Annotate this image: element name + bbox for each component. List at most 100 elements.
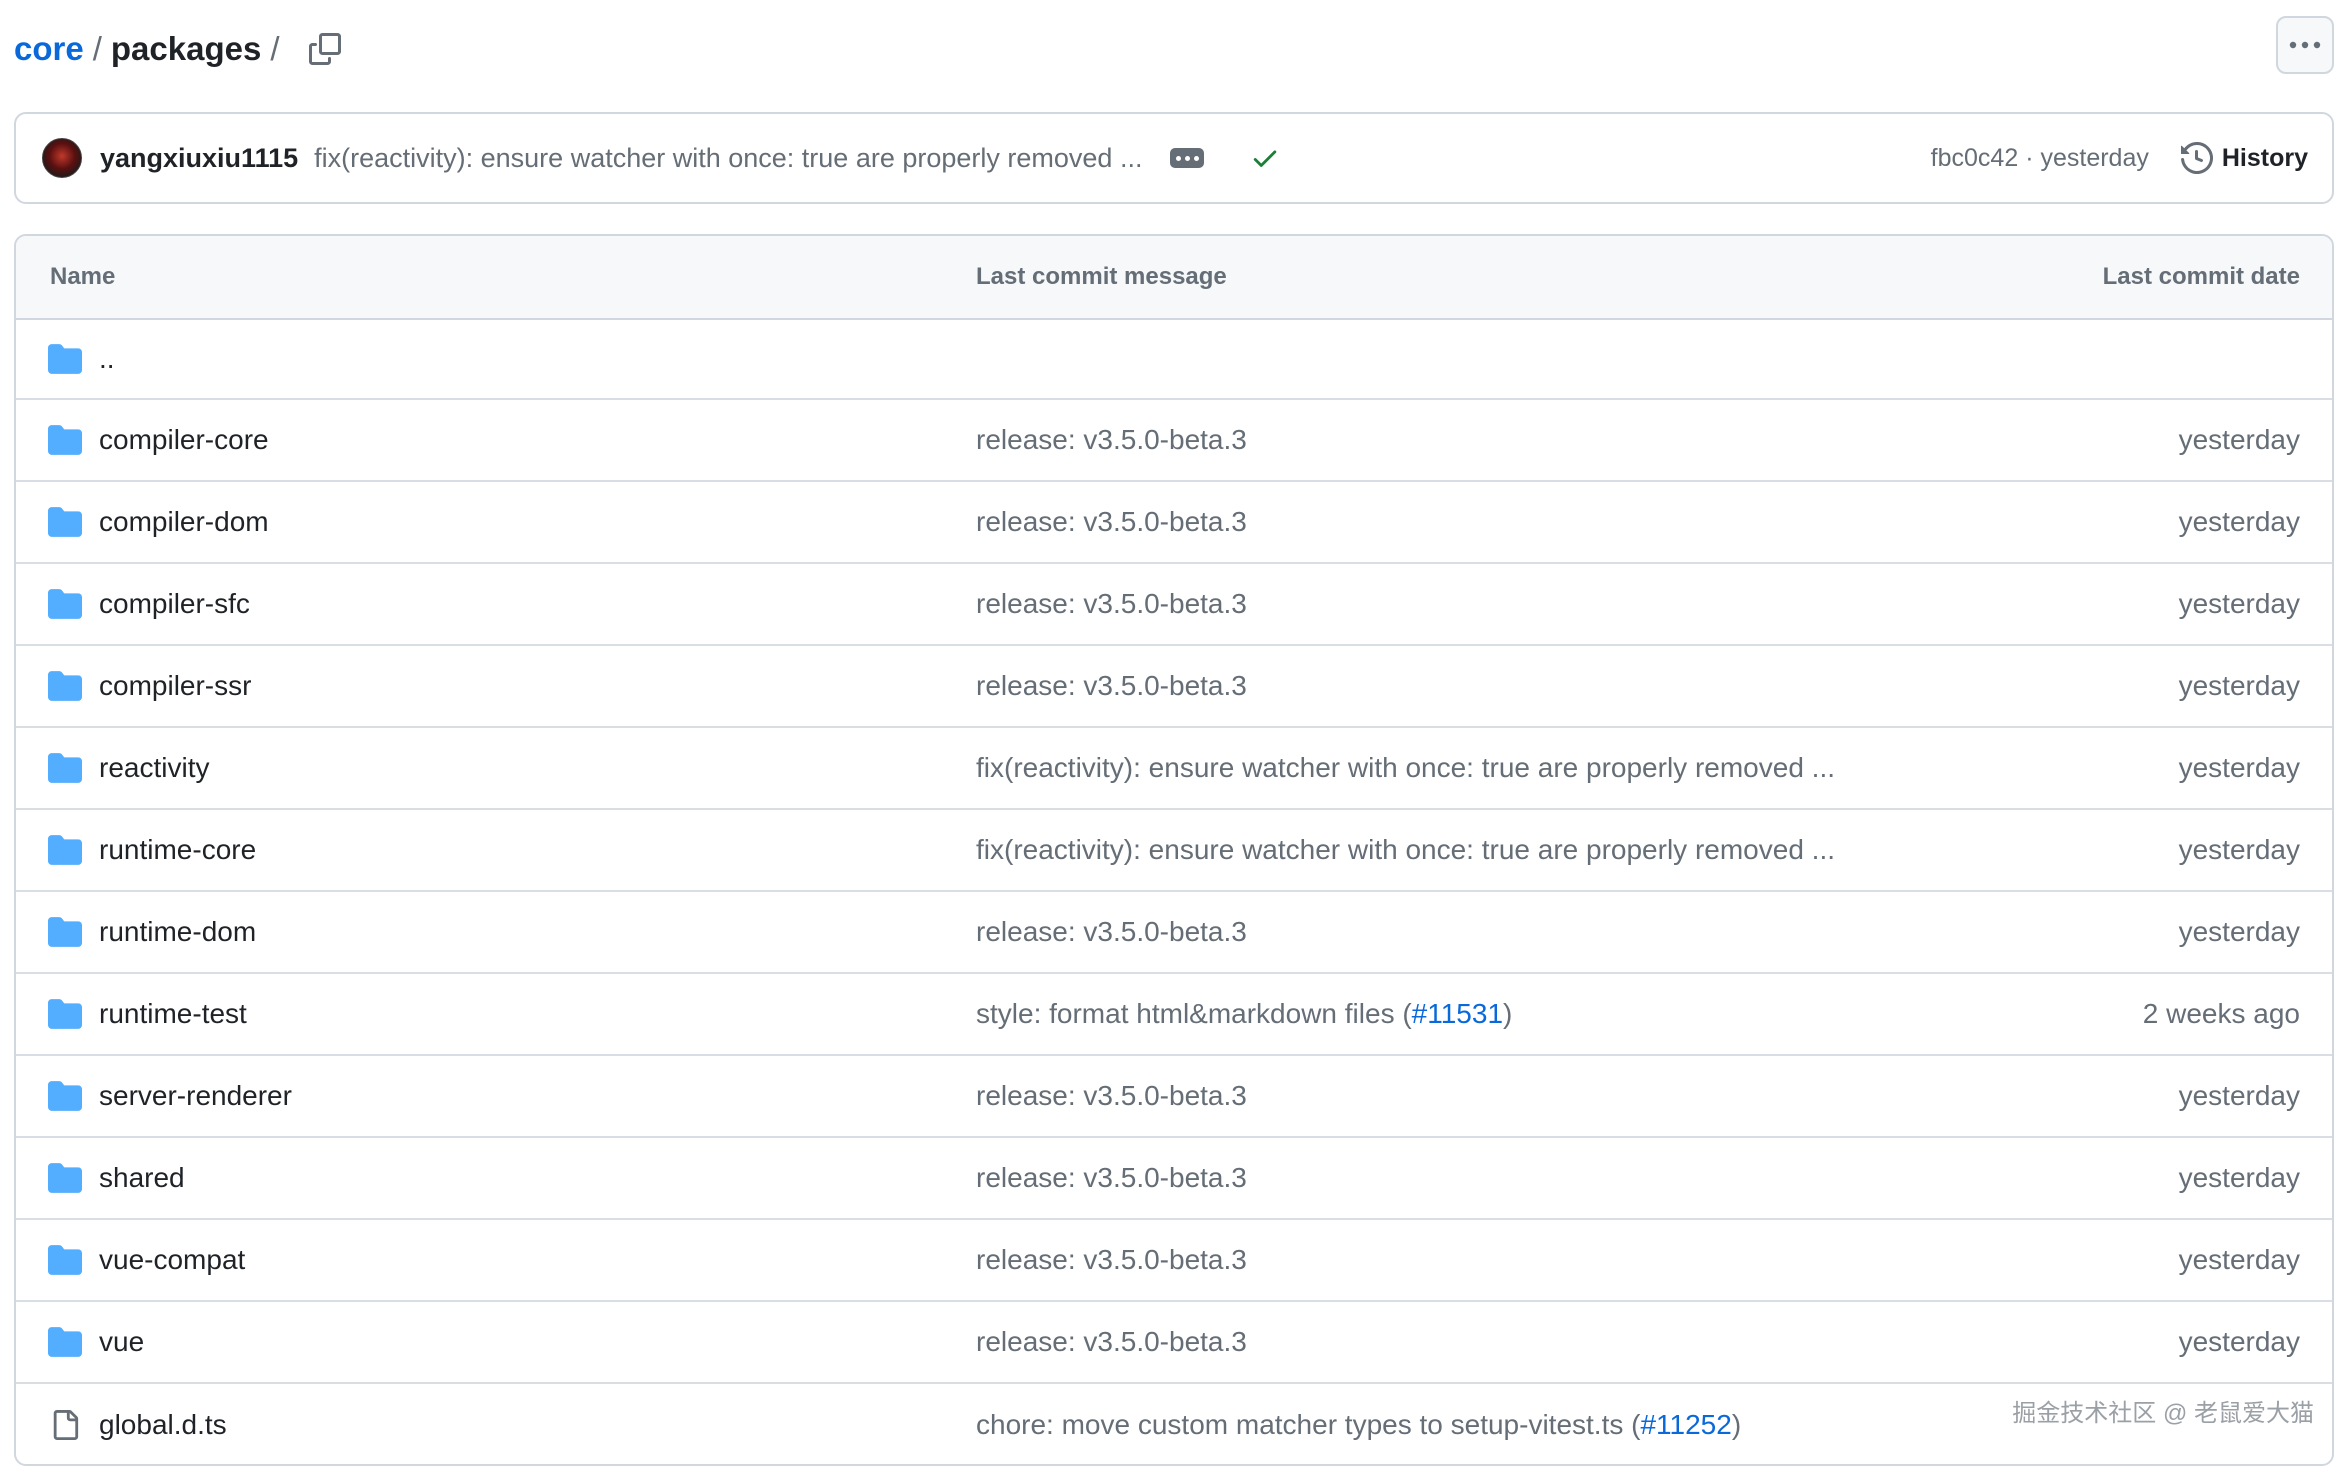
- commit-message-link[interactable]: release: v3.5.0-beta.3: [976, 646, 1247, 726]
- table-row[interactable]: vue-compat release: v3.5.0-beta.3 yesterda…: [16, 1220, 2332, 1302]
- history-icon: [2180, 142, 2213, 174]
- commit-message-link[interactable]: fix(reactivity): ensure watcher with onc…: [976, 728, 1835, 808]
- folder-icon: [48, 835, 82, 865]
- folder-name-link[interactable]: reactivity: [99, 752, 209, 784]
- folder-icon: [48, 999, 82, 1029]
- folder-icon: [48, 1327, 82, 1357]
- table-row[interactable]: compiler-sfc release: v3.5.0-beta.3 yester…: [16, 564, 2332, 646]
- commit-date: yesterday: [2040, 143, 2149, 172]
- parent-directory-row[interactable]: ..: [16, 320, 2332, 400]
- folder-name-link[interactable]: compiler-dom: [99, 506, 269, 538]
- table-row[interactable]: compiler-core release: v3.5.0-beta.3 yeste…: [16, 400, 2332, 482]
- folder-name-link[interactable]: runtime-test: [99, 998, 247, 1030]
- commit-date: yesterday: [2178, 588, 2300, 619]
- check-icon[interactable]: [1250, 143, 1280, 173]
- folder-icon: [48, 917, 82, 947]
- folder-icon: [48, 589, 82, 619]
- breadcrumb-repo-link[interactable]: core: [14, 30, 84, 68]
- commit-message-link[interactable]: release: v3.5.0-beta.3: [976, 400, 1247, 480]
- column-header-message: Last commit message: [976, 263, 1227, 290]
- commit-message-text[interactable]: style: format html&markdown files (: [976, 998, 1412, 1030]
- commit-date: yesterday: [2178, 752, 2300, 783]
- file-rows: compiler-core release: v3.5.0-beta.3 yeste…: [16, 400, 2332, 1464]
- history-label: History: [2221, 143, 2308, 172]
- commit-message-text[interactable]: chore: move custom matcher types to setu…: [976, 1409, 1640, 1441]
- table-row[interactable]: global.d.ts chore: move custom matcher ty…: [16, 1384, 2332, 1464]
- commit-message-link[interactable]: release: v3.5.0-beta.3: [976, 1302, 1247, 1382]
- watermark: 掘金技术社区 @ 老鼠爱大猫: [2012, 1400, 2314, 1427]
- commit-date: yesterday: [2178, 1244, 2300, 1275]
- folder-name-link[interactable]: compiler-ssr: [99, 670, 251, 702]
- commit-date: yesterday: [2178, 670, 2300, 701]
- file-table: Name Last commit message Last commit dat…: [14, 234, 2334, 1466]
- table-row[interactable]: server-renderer release: v3.5.0-beta.3 yes…: [16, 1056, 2332, 1138]
- table-row[interactable]: runtime-test style: format html&markdown …: [16, 974, 2332, 1056]
- kebab-horizontal-icon: [2289, 41, 2321, 49]
- table-row[interactable]: shared release: v3.5.0-beta.3 yesterday: [16, 1138, 2332, 1220]
- folder-icon: [48, 1081, 82, 1111]
- folder-name-link[interactable]: vue: [99, 1326, 144, 1358]
- meta-separator: ·: [2025, 143, 2034, 172]
- column-header-name: Name: [50, 263, 116, 290]
- commit-author-link[interactable]: yangxiuxiu1115: [100, 143, 298, 174]
- breadcrumb-separator: /: [92, 30, 102, 67]
- commit-message-link[interactable]: fix(reactivity): ensure watcher with onc…: [976, 810, 1835, 890]
- commit-date: yesterday: [2178, 1080, 2300, 1111]
- commit-date: yesterday: [2178, 1162, 2300, 1193]
- file-icon: [48, 1410, 82, 1440]
- commit-message-link[interactable]: release: v3.5.0-beta.3: [976, 892, 1247, 972]
- table-row[interactable]: compiler-dom release: v3.5.0-beta.3 yester…: [16, 482, 2332, 564]
- folder-name-link[interactable]: server-renderer: [99, 1080, 292, 1112]
- expand-commit-message-button[interactable]: [1170, 148, 1205, 168]
- folder-name-link[interactable]: compiler-sfc: [99, 588, 250, 620]
- commit-message-link[interactable]: chore: move custom matcher types to setu…: [976, 1384, 1742, 1464]
- folder-name-link[interactable]: vue-compat: [99, 1244, 245, 1276]
- folder-icon: [48, 1245, 82, 1275]
- folder-name-link[interactable]: compiler-core: [99, 424, 269, 456]
- commit-date: yesterday: [2178, 1326, 2300, 1357]
- commit-meta: fbc0c42 · yesterday: [1931, 144, 2149, 173]
- commit-date: yesterday: [2178, 916, 2300, 947]
- folder-icon: [48, 425, 82, 455]
- commit-message-link[interactable]: style: format html&markdown files (#1153…: [976, 974, 1512, 1054]
- folder-icon: [48, 344, 82, 374]
- folder-name-link[interactable]: runtime-dom: [99, 916, 256, 948]
- avatar[interactable]: [42, 138, 82, 178]
- history-button[interactable]: History: [2180, 142, 2308, 174]
- commit-message-link[interactable]: release: v3.5.0-beta.3: [976, 1056, 1247, 1136]
- folder-name-link[interactable]: shared: [99, 1162, 185, 1194]
- breadcrumb-separator: /: [270, 30, 280, 67]
- commit-message-link[interactable]: release: v3.5.0-beta.3: [976, 564, 1247, 644]
- table-row[interactable]: compiler-ssr release: v3.5.0-beta.3 yester…: [16, 646, 2332, 728]
- pull-request-link[interactable]: #11531: [1412, 998, 1503, 1030]
- more-options-button[interactable]: [2276, 16, 2334, 74]
- folder-icon: [48, 671, 82, 701]
- commit-message-text: ): [1731, 1409, 1742, 1440]
- breadcrumb: core / packages /: [14, 22, 345, 76]
- commit-message-link[interactable]: release: v3.5.0-beta.3: [976, 1220, 1247, 1300]
- folder-icon: [48, 1163, 82, 1193]
- repo-file-browser: core / packages / yangxiuxiu1115 fix(rea…: [0, 0, 2348, 1476]
- copy-path-button[interactable]: [305, 29, 345, 69]
- commit-message-text: ): [1503, 998, 1513, 1029]
- parent-directory-label[interactable]: ..: [99, 343, 115, 375]
- table-row[interactable]: runtime-dom release: v3.5.0-beta.3 yesterd…: [16, 892, 2332, 974]
- folder-icon: [48, 753, 82, 783]
- commit-date: yesterday: [2178, 834, 2300, 865]
- pull-request-link[interactable]: #11252: [1640, 1409, 1731, 1441]
- commit-message-link[interactable]: release: v3.5.0-beta.3: [976, 1138, 1247, 1218]
- commit-message-link[interactable]: release: v3.5.0-beta.3: [976, 482, 1247, 562]
- latest-commit-bar: yangxiuxiu1115 fix(reactivity): ensure w…: [14, 112, 2334, 204]
- commit-date: 2 weeks ago: [2142, 998, 2300, 1029]
- folder-name-link[interactable]: runtime-core: [99, 834, 256, 866]
- table-row[interactable]: reactivity fix(reactivity): ensure watche…: [16, 728, 2332, 810]
- table-row[interactable]: vue release: v3.5.0-beta.3 yesterday: [16, 1302, 2332, 1384]
- breadcrumb-current-folder: packages: [110, 30, 262, 67]
- file-name-link[interactable]: global.d.ts: [99, 1409, 227, 1441]
- commit-sha-link[interactable]: fbc0c42: [1931, 144, 2019, 172]
- commit-date: yesterday: [2178, 506, 2300, 537]
- commit-date: yesterday: [2178, 424, 2300, 455]
- commit-message-link[interactable]: fix(reactivity): ensure watcher with onc…: [314, 143, 1142, 174]
- column-header-date: Last commit date: [2102, 263, 2300, 290]
- table-row[interactable]: runtime-core fix(reactivity): ensure watc…: [16, 810, 2332, 892]
